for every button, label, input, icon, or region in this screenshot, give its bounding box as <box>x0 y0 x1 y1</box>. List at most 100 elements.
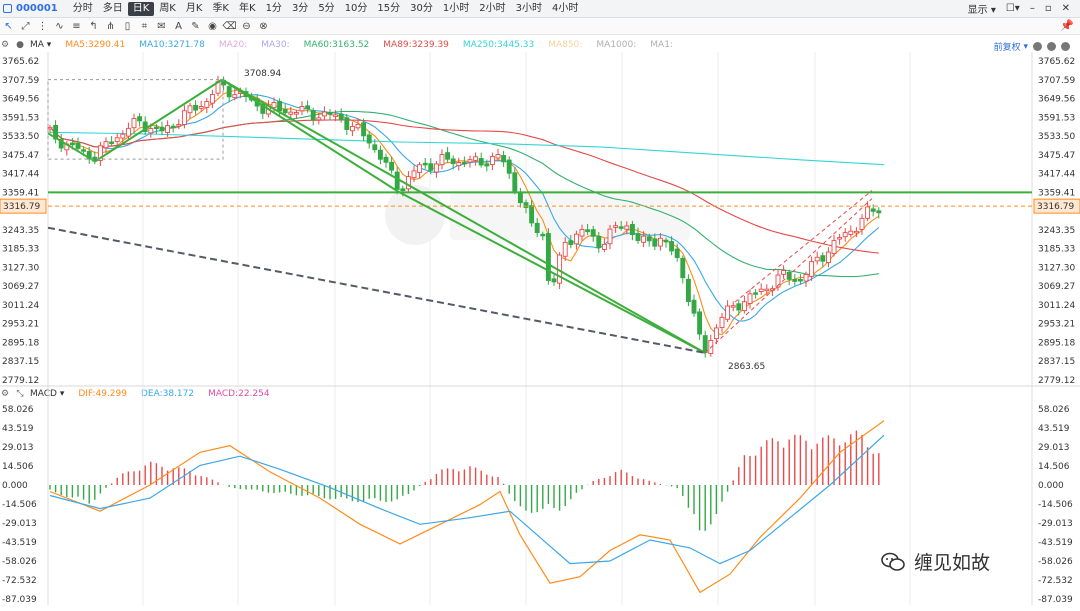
macd-tick-right-2: 29.013 <box>1038 443 1070 453</box>
candle-body-121 <box>725 305 731 320</box>
candle-body-13 <box>120 133 126 139</box>
candle-body-46 <box>305 105 311 110</box>
candle-body-44 <box>293 112 299 115</box>
candle-body-12 <box>114 137 120 143</box>
current-price-tag-left-text: 3316.79 <box>3 202 40 212</box>
candle-body-128 <box>764 288 770 292</box>
price-tick-right-8: 3243.35 <box>1038 226 1075 236</box>
macd-tick-left-4: 0.000 <box>2 481 28 491</box>
candle-body-78 <box>484 163 490 167</box>
candle-body-105 <box>635 233 641 242</box>
candle-body-5 <box>75 142 81 149</box>
candle-body-62 <box>394 171 400 190</box>
candle-body-77 <box>478 158 484 166</box>
candle-body-95 <box>579 228 585 237</box>
candle-body-79 <box>489 156 495 166</box>
candle-body-60 <box>383 156 389 163</box>
macd-histogram <box>49 430 880 531</box>
price-tick-left-12: 3011.24 <box>2 301 39 311</box>
channel-lower <box>704 198 873 354</box>
high-annotation: 3708.94 <box>244 69 281 79</box>
candle-body-89 <box>545 233 551 281</box>
current-price-tag-right-text: 3316.79 <box>1037 202 1074 212</box>
candle-body-0 <box>47 126 53 130</box>
candle-body-50 <box>327 111 333 115</box>
candle-body-68 <box>428 163 434 171</box>
candle-body-49 <box>321 111 327 117</box>
candle-body-117 <box>702 335 708 354</box>
candle-body-11 <box>109 141 115 144</box>
candle-body-120 <box>719 316 725 329</box>
candle-body-141 <box>837 237 843 240</box>
candle-body-115 <box>691 299 697 314</box>
macd-tick-right-7: -43.519 <box>1038 538 1073 548</box>
candle-body-96 <box>585 229 591 233</box>
price-tick-left-15: 2837.15 <box>2 357 39 367</box>
candle-body-101 <box>613 225 619 228</box>
candle-body-87 <box>534 222 540 233</box>
price-tick-left-2: 3649.56 <box>2 95 39 105</box>
candle-body-63 <box>400 188 406 192</box>
price-tick-left-4: 3533.50 <box>2 132 39 142</box>
candle-body-6 <box>81 149 87 152</box>
price-tick-right-0: 3765.62 <box>1038 57 1075 67</box>
dif-line <box>49 420 885 594</box>
candle-body-133 <box>792 279 798 282</box>
candle-body-108 <box>652 238 658 247</box>
price-tick-right-13: 2953.21 <box>1038 320 1075 330</box>
candle-body-146 <box>865 206 871 219</box>
macd-tick-left-8: -58.026 <box>2 557 37 567</box>
candle-body-86 <box>529 205 535 224</box>
grid-lines <box>0 52 1080 605</box>
candle-body-76 <box>473 156 479 161</box>
candle-body-85 <box>523 202 529 208</box>
candle-body-41 <box>277 100 283 112</box>
price-tick-right-12: 3011.24 <box>1038 301 1075 311</box>
price-tick-left-14: 2895.18 <box>2 338 39 348</box>
candle-body-116 <box>697 311 703 335</box>
price-tick-left-16: 2779.12 <box>2 376 39 386</box>
macd-axis-right: 58.026 43.519 29.013 14.506 0.000 -14.506 -29.… <box>1038 405 1073 605</box>
candle-body-127 <box>758 288 764 292</box>
candle-body-135 <box>803 274 809 282</box>
price-tick-right-14: 2895.18 <box>1038 338 1075 348</box>
candle-body-100 <box>607 228 613 245</box>
candle-body-112 <box>674 248 680 258</box>
price-tick-left-8: 3243.35 <box>2 226 39 236</box>
candle-body-54 <box>349 126 355 132</box>
candle-body-124 <box>741 301 747 312</box>
candle-body-32 <box>226 86 232 98</box>
candle-body-70 <box>439 154 445 166</box>
candle-body-29 <box>209 94 215 104</box>
candle-body-22 <box>170 125 176 129</box>
candle-body-19 <box>153 126 159 130</box>
candle-body-72 <box>450 158 456 165</box>
candle-body-138 <box>820 255 826 262</box>
candle-body-25 <box>187 105 193 114</box>
macd-tick-right-3: 14.506 <box>1038 462 1070 472</box>
candle-body-145 <box>859 217 865 230</box>
price-tick-right-7: 3359.41 <box>1038 188 1075 198</box>
macd-tick-left-5: -14.506 <box>2 500 37 510</box>
candle-body-142 <box>842 232 848 238</box>
candle-body-97 <box>590 229 596 237</box>
price-tick-right-6: 3417.44 <box>1038 170 1075 180</box>
macd-tick-right-5: -14.506 <box>1038 500 1073 510</box>
candlestick-chart[interactable]: 3765.62 3707.59 3649.56 3591.53 3533.50 3475.… <box>0 0 1080 611</box>
price-tick-left-13: 2953.21 <box>2 320 39 330</box>
candle-body-147 <box>870 208 876 212</box>
dea-line <box>49 434 885 565</box>
brand-logo-text <box>450 190 690 240</box>
price-tick-right-1: 3707.59 <box>1038 76 1075 86</box>
price-tick-right-16: 2779.12 <box>1038 376 1075 386</box>
candle-body-75 <box>467 159 473 163</box>
candle-body-42 <box>282 108 288 114</box>
candle-body-114 <box>685 278 691 302</box>
price-tick-right-3: 3591.53 <box>1038 113 1075 123</box>
candle-body-94 <box>573 233 579 245</box>
candle-body-113 <box>680 257 686 279</box>
macd-tick-left-10: -87.039 <box>2 595 37 605</box>
candle-body-119 <box>713 327 719 340</box>
candle-body-15 <box>131 117 137 129</box>
price-tick-right-11: 3069.27 <box>1038 282 1075 292</box>
